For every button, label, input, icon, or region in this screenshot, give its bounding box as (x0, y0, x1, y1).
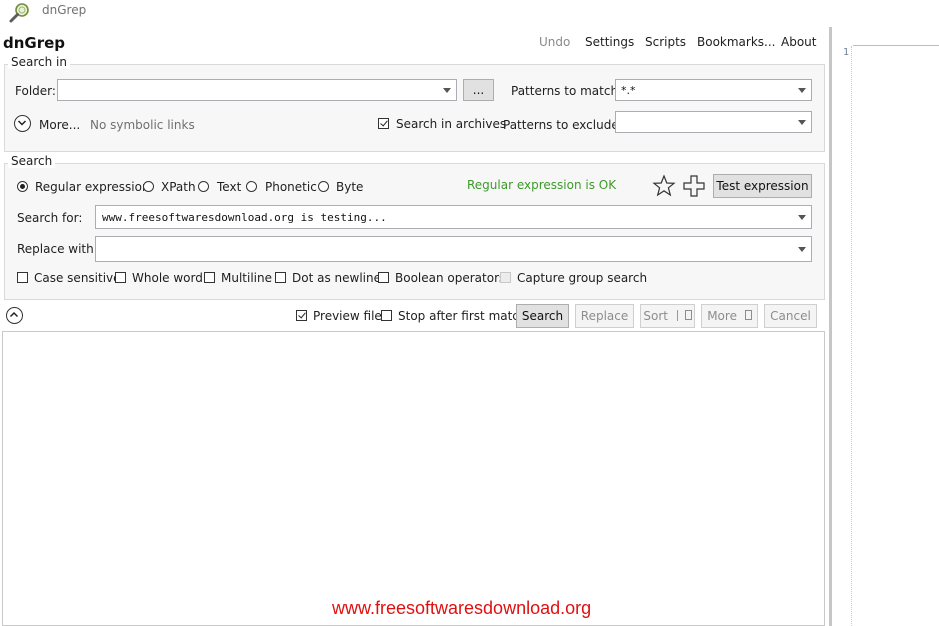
bookmarks-menu[interactable]: Bookmarks... (697, 35, 776, 49)
scripts-menu[interactable]: Scripts (645, 35, 686, 49)
search-archives-label: Search in archives (396, 117, 507, 131)
pane-splitter[interactable] (829, 27, 832, 626)
byte-label: Byte (336, 180, 364, 194)
phonetic-radio[interactable] (246, 181, 257, 192)
replace-button[interactable]: Replace (575, 304, 634, 328)
magnifier-icon (8, 1, 32, 25)
expand-more-button[interactable] (14, 115, 31, 132)
capture-group-checkbox[interactable] (500, 272, 511, 283)
add-bookmark-icon[interactable] (682, 174, 706, 198)
text-radio[interactable] (198, 181, 209, 192)
patterns-exclude-combo[interactable] (615, 111, 812, 133)
folder-label: Folder: (15, 84, 56, 98)
whole-word-checkbox[interactable] (115, 272, 126, 283)
text-label: Text (217, 180, 242, 194)
chevron-down-icon (798, 247, 806, 252)
preview-file-label: Preview file (313, 309, 382, 323)
patterns-match-label: Patterns to match: (511, 84, 623, 98)
regex-status: Regular expression is OK (467, 178, 617, 192)
settings-menu[interactable]: Settings (585, 35, 634, 49)
chevron-up-icon (9, 311, 19, 318)
patterns-exclude-label: Patterns to exclude: (503, 118, 623, 132)
patterns-match-combo[interactable]: *.* (615, 79, 812, 101)
symlinks-label: No symbolic links (90, 118, 195, 132)
phonetic-label: Phonetic (265, 180, 317, 194)
sort-button[interactable]: Sort (640, 304, 695, 328)
separator (676, 310, 678, 321)
search-archives-checkbox[interactable] (378, 118, 389, 129)
stop-first-match-checkbox[interactable] (381, 310, 392, 321)
about-menu[interactable]: About (781, 35, 816, 49)
search-for-value: www.freesoftwaresdownload.org is testing… (102, 211, 387, 224)
dropdown-icon (744, 310, 752, 320)
search-in-group (4, 64, 825, 152)
boolean-operators-checkbox[interactable] (378, 272, 389, 283)
search-label: Search (8, 154, 56, 168)
stop-first-match-label: Stop after first match (398, 309, 527, 323)
dot-newline-label: Dot as newline (292, 271, 381, 285)
search-for-combo[interactable]: www.freesoftwaresdownload.org is testing… (95, 205, 812, 229)
line-number: 1 (843, 47, 850, 58)
more-options-link[interactable]: More... (39, 118, 80, 132)
replace-with-label: Replace with: (17, 242, 98, 256)
dot-newline-checkbox[interactable] (275, 272, 286, 283)
search-button[interactable]: Search (516, 304, 569, 328)
capture-group-label: Capture group search (517, 271, 648, 285)
byte-radio[interactable] (318, 181, 329, 192)
case-sensitive-label: Case sensitive (34, 271, 121, 285)
regex-radio[interactable] (17, 181, 28, 192)
star-bookmark-icon[interactable] (652, 174, 676, 198)
chevron-down-icon (17, 120, 27, 126)
watermark-text: www.freesoftwaresdownload.org (332, 598, 592, 618)
results-pane[interactable] (2, 331, 825, 626)
multiline-checkbox[interactable] (204, 272, 215, 283)
multiline-label: Multiline (221, 271, 272, 285)
chevron-down-icon (798, 215, 806, 220)
undo-menu[interactable]: Undo (539, 35, 570, 49)
sort-button-label: Sort (643, 309, 668, 323)
xpath-label: XPath (161, 180, 196, 194)
window-title: dnGrep (42, 3, 87, 17)
preview-file-checkbox[interactable] (296, 310, 307, 321)
boolean-operators-label: Boolean operators (395, 271, 506, 285)
dropdown-icon (684, 310, 692, 320)
more-button-label: More (707, 309, 737, 323)
replace-with-combo[interactable] (95, 236, 812, 262)
folder-combo[interactable] (57, 79, 457, 101)
xpath-radio[interactable] (143, 181, 154, 192)
whole-word-label: Whole word (132, 271, 203, 285)
editor-gutter (851, 46, 852, 626)
cancel-button[interactable]: Cancel (764, 304, 817, 328)
editor-top-border (853, 45, 939, 46)
case-sensitive-checkbox[interactable] (17, 272, 28, 283)
window-title-bar (0, 0, 939, 26)
preview-editor[interactable] (834, 46, 939, 626)
regex-label: Regular expression (35, 180, 150, 194)
browse-button[interactable]: ... (463, 79, 494, 101)
app-name: dnGrep (3, 34, 66, 52)
patterns-match-value: *.* (621, 84, 636, 97)
chevron-down-icon (798, 120, 806, 125)
chevron-down-icon (443, 88, 451, 93)
test-expression-button[interactable]: Test expression (713, 174, 812, 198)
search-for-label: Search for: (17, 211, 83, 225)
collapse-button[interactable] (6, 307, 23, 324)
chevron-down-icon (798, 88, 806, 93)
more-button[interactable]: More (701, 304, 758, 328)
search-in-label: Search in (8, 55, 70, 69)
